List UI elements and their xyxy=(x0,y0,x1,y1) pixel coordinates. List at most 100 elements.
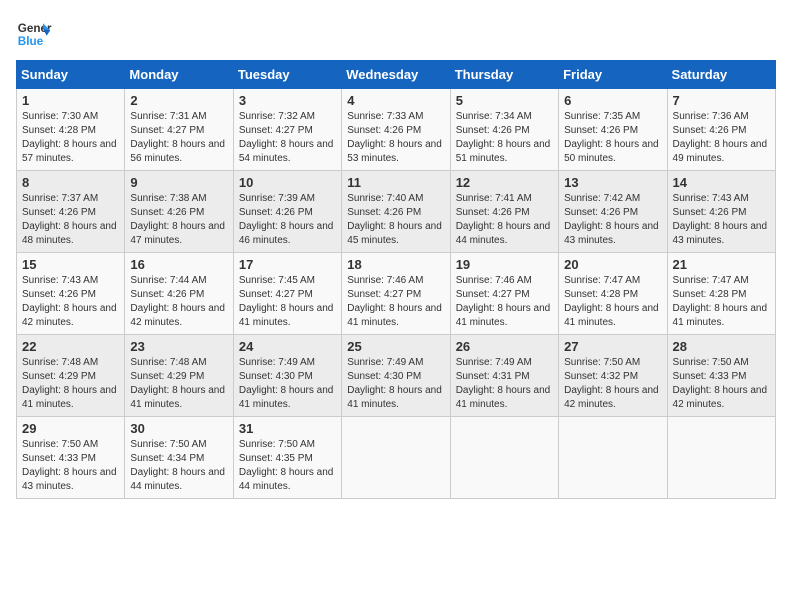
day-info: Sunrise: 7:50 AMSunset: 4:32 PMDaylight:… xyxy=(564,356,661,412)
calendar-cell: 13 Sunrise: 7:42 AMSunset: 4:26 PMDayligh… xyxy=(559,171,667,253)
day-info: Sunrise: 7:50 AMSunset: 4:35 PMDaylight:… xyxy=(239,438,336,494)
day-info: Sunrise: 7:48 AMSunset: 4:29 PMDaylight:… xyxy=(130,356,227,412)
day-number: 1 xyxy=(22,93,119,108)
col-friday: Friday xyxy=(559,61,667,89)
day-number: 24 xyxy=(239,339,336,354)
calendar-cell: 28 Sunrise: 7:50 AMSunset: 4:33 PMDayligh… xyxy=(667,335,775,417)
calendar-week-row: 8 Sunrise: 7:37 AMSunset: 4:26 PMDaylight… xyxy=(17,171,776,253)
calendar-cell xyxy=(559,417,667,499)
day-info: Sunrise: 7:47 AMSunset: 4:28 PMDaylight:… xyxy=(564,274,661,330)
day-number: 10 xyxy=(239,175,336,190)
day-info: Sunrise: 7:45 AMSunset: 4:27 PMDaylight:… xyxy=(239,274,336,330)
day-number: 8 xyxy=(22,175,119,190)
day-number: 4 xyxy=(347,93,444,108)
calendar-cell: 6 Sunrise: 7:35 AMSunset: 4:26 PMDaylight… xyxy=(559,89,667,171)
calendar-cell: 31 Sunrise: 7:50 AMSunset: 4:35 PMDayligh… xyxy=(233,417,341,499)
calendar-cell: 7Sunrise: 7:36 AMSunset: 4:26 PMDaylight… xyxy=(667,89,775,171)
day-number: 11 xyxy=(347,175,444,190)
day-number: 6 xyxy=(564,93,661,108)
day-info: Sunrise: 7:43 AMSunset: 4:26 PMDaylight:… xyxy=(673,192,770,248)
calendar-cell: 20 Sunrise: 7:47 AMSunset: 4:28 PMDayligh… xyxy=(559,253,667,335)
calendar-cell: 21Sunrise: 7:47 AMSunset: 4:28 PMDayligh… xyxy=(667,253,775,335)
day-info: Sunrise: 7:50 AMSunset: 4:33 PMDaylight:… xyxy=(673,356,770,412)
day-info: Sunrise: 7:46 AMSunset: 4:27 PMDaylight:… xyxy=(456,274,553,330)
calendar-body: 1 Sunrise: 7:30 AMSunset: 4:28 PMDaylight… xyxy=(17,89,776,499)
day-number: 27 xyxy=(564,339,661,354)
calendar-cell: 4 Sunrise: 7:33 AMSunset: 4:26 PMDaylight… xyxy=(342,89,450,171)
col-wednesday: Wednesday xyxy=(342,61,450,89)
page-header: General Blue xyxy=(16,16,776,52)
calendar-cell: 24Sunrise: 7:49 AMSunset: 4:30 PMDayligh… xyxy=(233,335,341,417)
calendar-cell xyxy=(667,417,775,499)
calendar-cell: 29 Sunrise: 7:50 AMSunset: 4:33 PMDayligh… xyxy=(17,417,125,499)
calendar-cell: 14 Sunrise: 7:43 AMSunset: 4:26 PMDayligh… xyxy=(667,171,775,253)
logo-icon: General Blue xyxy=(16,16,52,52)
calendar-cell: 18 Sunrise: 7:46 AMSunset: 4:27 PMDayligh… xyxy=(342,253,450,335)
day-info: Sunrise: 7:33 AMSunset: 4:26 PMDaylight:… xyxy=(347,110,444,166)
day-info: Sunrise: 7:30 AMSunset: 4:28 PMDaylight:… xyxy=(22,110,119,166)
calendar-cell: 1 Sunrise: 7:30 AMSunset: 4:28 PMDaylight… xyxy=(17,89,125,171)
day-number: 13 xyxy=(564,175,661,190)
day-info: Sunrise: 7:37 AMSunset: 4:26 PMDaylight:… xyxy=(22,192,119,248)
calendar-header-row: Sunday Monday Tuesday Wednesday Thursday… xyxy=(17,61,776,89)
calendar-cell: 27 Sunrise: 7:50 AMSunset: 4:32 PMDayligh… xyxy=(559,335,667,417)
day-info: Sunrise: 7:48 AMSunset: 4:29 PMDaylight:… xyxy=(22,356,119,412)
col-saturday: Saturday xyxy=(667,61,775,89)
day-number: 15 xyxy=(22,257,119,272)
day-info: Sunrise: 7:44 AMSunset: 4:26 PMDaylight:… xyxy=(130,274,227,330)
day-info: Sunrise: 7:40 AMSunset: 4:26 PMDaylight:… xyxy=(347,192,444,248)
day-info: Sunrise: 7:43 AMSunset: 4:26 PMDaylight:… xyxy=(22,274,119,330)
day-number: 2 xyxy=(130,93,227,108)
day-number: 20 xyxy=(564,257,661,272)
day-number: 9 xyxy=(130,175,227,190)
day-number: 25 xyxy=(347,339,444,354)
calendar-table: Sunday Monday Tuesday Wednesday Thursday… xyxy=(16,60,776,499)
day-info: Sunrise: 7:49 AMSunset: 4:30 PMDaylight:… xyxy=(347,356,444,412)
day-info: Sunrise: 7:46 AMSunset: 4:27 PMDaylight:… xyxy=(347,274,444,330)
day-info: Sunrise: 7:35 AMSunset: 4:26 PMDaylight:… xyxy=(564,110,661,166)
day-number: 3 xyxy=(239,93,336,108)
calendar-cell: 17 Sunrise: 7:45 AMSunset: 4:27 PMDayligh… xyxy=(233,253,341,335)
calendar-cell: 12Sunrise: 7:41 AMSunset: 4:26 PMDayligh… xyxy=(450,171,558,253)
day-number: 17 xyxy=(239,257,336,272)
calendar-week-row: 1 Sunrise: 7:30 AMSunset: 4:28 PMDaylight… xyxy=(17,89,776,171)
calendar-cell: 23 Sunrise: 7:48 AMSunset: 4:29 PMDayligh… xyxy=(125,335,233,417)
svg-text:Blue: Blue xyxy=(18,35,44,48)
calendar-week-row: 22 Sunrise: 7:48 AMSunset: 4:29 PMDayligh… xyxy=(17,335,776,417)
day-number: 28 xyxy=(673,339,770,354)
calendar-week-row: 29 Sunrise: 7:50 AMSunset: 4:33 PMDayligh… xyxy=(17,417,776,499)
calendar-cell: 11 Sunrise: 7:40 AMSunset: 4:26 PMDayligh… xyxy=(342,171,450,253)
day-number: 26 xyxy=(456,339,553,354)
calendar-cell: 3 Sunrise: 7:32 AMSunset: 4:27 PMDaylight… xyxy=(233,89,341,171)
day-info: Sunrise: 7:31 AMSunset: 4:27 PMDaylight:… xyxy=(130,110,227,166)
calendar-cell: 22 Sunrise: 7:48 AMSunset: 4:29 PMDayligh… xyxy=(17,335,125,417)
calendar-cell: 2 Sunrise: 7:31 AMSunset: 4:27 PMDaylight… xyxy=(125,89,233,171)
day-number: 23 xyxy=(130,339,227,354)
day-number: 30 xyxy=(130,421,227,436)
col-sunday: Sunday xyxy=(17,61,125,89)
day-info: Sunrise: 7:50 AMSunset: 4:34 PMDaylight:… xyxy=(130,438,227,494)
day-number: 16 xyxy=(130,257,227,272)
day-info: Sunrise: 7:49 AMSunset: 4:31 PMDaylight:… xyxy=(456,356,553,412)
day-number: 21 xyxy=(673,257,770,272)
day-info: Sunrise: 7:38 AMSunset: 4:26 PMDaylight:… xyxy=(130,192,227,248)
calendar-cell: 8 Sunrise: 7:37 AMSunset: 4:26 PMDaylight… xyxy=(17,171,125,253)
day-number: 22 xyxy=(22,339,119,354)
day-number: 18 xyxy=(347,257,444,272)
col-thursday: Thursday xyxy=(450,61,558,89)
calendar-cell: 10Sunrise: 7:39 AMSunset: 4:26 PMDayligh… xyxy=(233,171,341,253)
calendar-cell: 5Sunrise: 7:34 AMSunset: 4:26 PMDaylight… xyxy=(450,89,558,171)
day-number: 14 xyxy=(673,175,770,190)
day-info: Sunrise: 7:42 AMSunset: 4:26 PMDaylight:… xyxy=(564,192,661,248)
day-number: 29 xyxy=(22,421,119,436)
day-number: 31 xyxy=(239,421,336,436)
col-tuesday: Tuesday xyxy=(233,61,341,89)
day-info: Sunrise: 7:41 AMSunset: 4:26 PMDaylight:… xyxy=(456,192,553,248)
calendar-week-row: 15 Sunrise: 7:43 AMSunset: 4:26 PMDayligh… xyxy=(17,253,776,335)
calendar-cell xyxy=(342,417,450,499)
day-number: 5 xyxy=(456,93,553,108)
day-info: Sunrise: 7:50 AMSunset: 4:33 PMDaylight:… xyxy=(22,438,119,494)
col-monday: Monday xyxy=(125,61,233,89)
logo: General Blue xyxy=(16,16,52,52)
day-info: Sunrise: 7:32 AMSunset: 4:27 PMDaylight:… xyxy=(239,110,336,166)
